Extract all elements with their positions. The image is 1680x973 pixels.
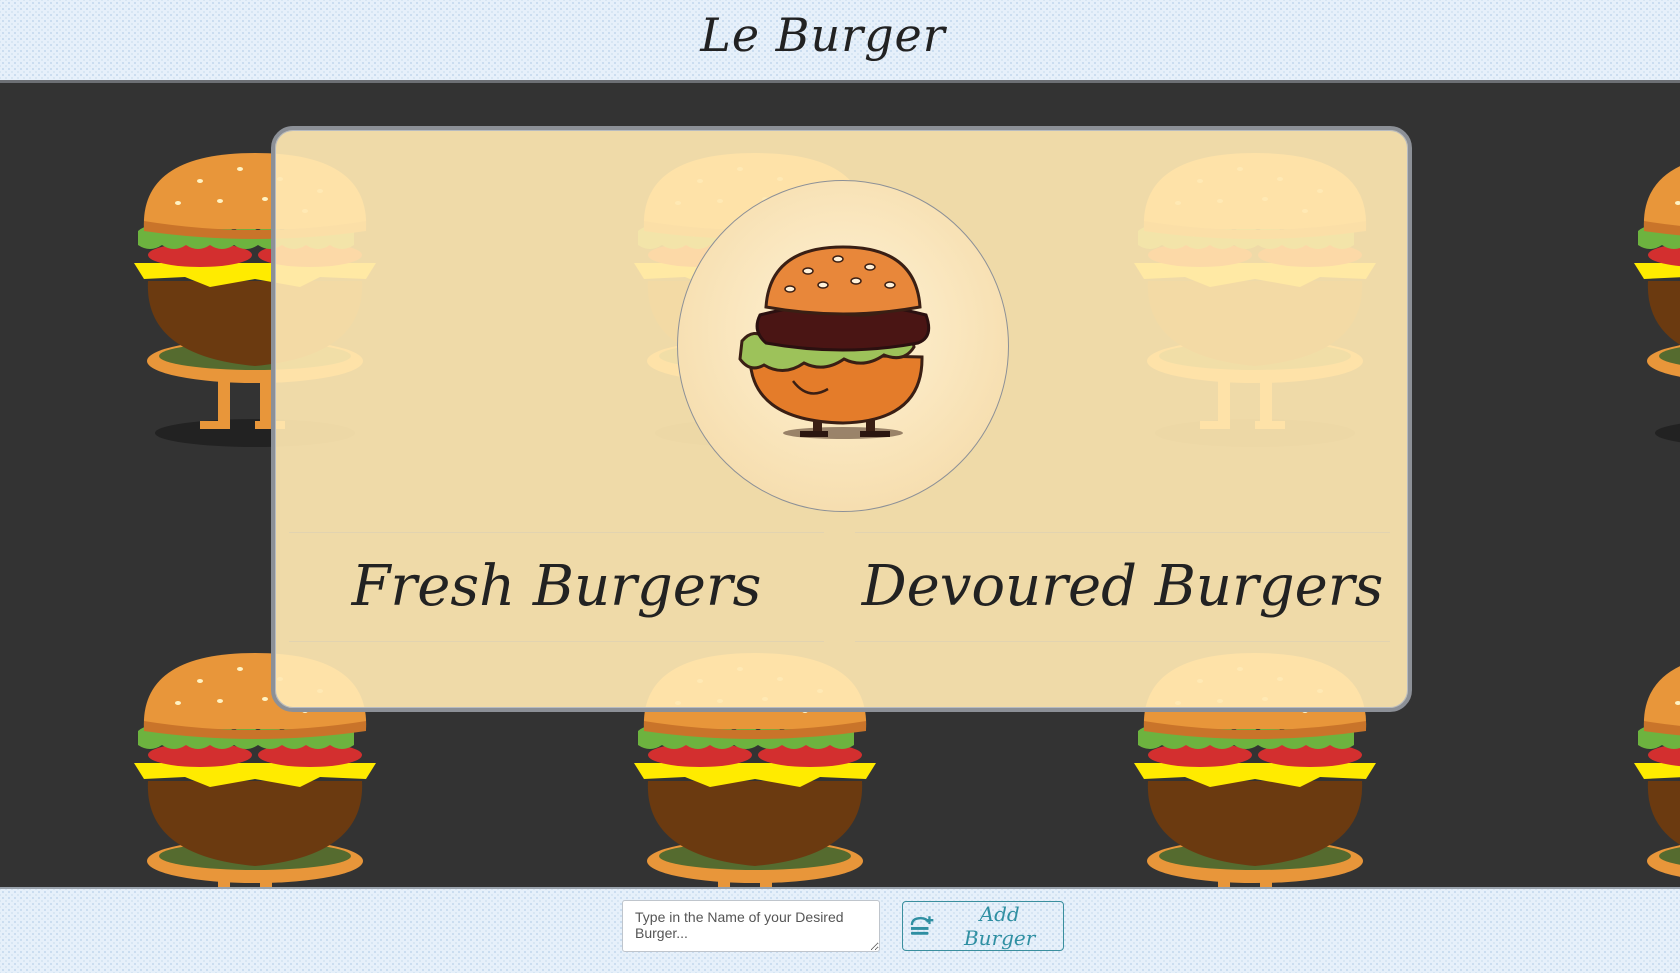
site-title: Le Burger [700,8,946,62]
background-burger-illustration [1630,651,1680,887]
logo-circle [677,180,1009,512]
site-header: Le Burger [0,0,1680,83]
devoured-burgers-heading: Devoured Burgers [861,554,1384,619]
devoured-burgers-column: Devoured Burgers [855,532,1390,642]
fresh-burgers-column: Fresh Burgers [289,532,824,642]
burger-plus-icon [910,916,934,935]
burger-board-card: Fresh Burgers Devoured Burgers [271,126,1412,712]
fresh-burgers-heading: Fresh Burgers [351,554,762,619]
add-burger-label: Add Burger [963,902,1036,950]
background-burger-illustration [1630,151,1680,456]
burger-name-input[interactable] [622,900,880,952]
add-burger-button[interactable]: Add Burger [902,901,1064,951]
burger-character-icon [738,245,931,439]
